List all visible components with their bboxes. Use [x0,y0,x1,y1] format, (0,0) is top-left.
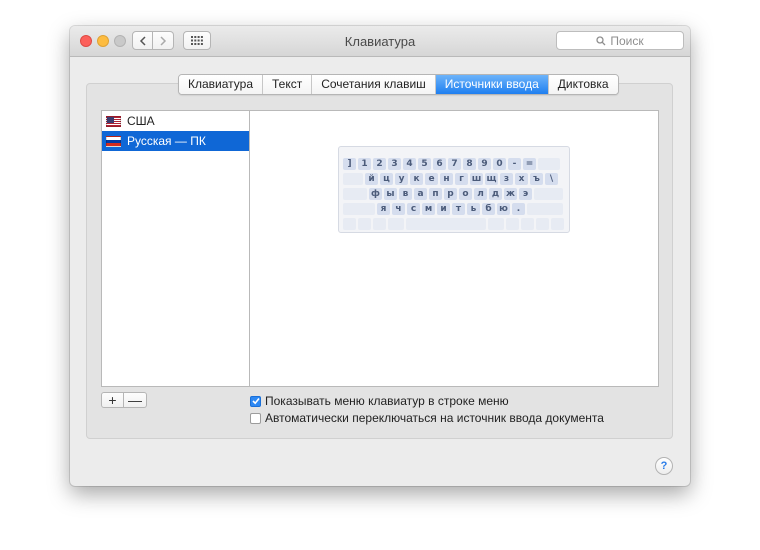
key: д [489,188,502,200]
auto-switch-checkbox[interactable] [250,412,261,424]
key: 4 [403,158,416,170]
key: 0 [493,158,506,170]
tab-input-sources[interactable]: Источники ввода [435,75,549,94]
keyboard-row-5 [343,218,564,230]
help-button[interactable]: ? [655,457,673,475]
key: 9 [478,158,491,170]
key-blank [534,188,563,200]
key: н [440,173,453,185]
key-blank [358,218,371,230]
search-icon [596,35,606,45]
us-flag-icon [106,115,121,127]
key: . [512,203,525,215]
key: 2 [373,158,386,170]
list-item-russian-pc[interactable]: Русская — ПК [102,131,249,151]
checkmark-icon [251,397,260,405]
key: м [422,203,435,215]
key-blank [521,218,534,230]
key: 7 [448,158,461,170]
keyboard-layout-preview: ] 1 2 3 4 5 6 7 8 9 0 - = й ц у к е н г … [338,146,570,233]
key-blank [343,203,375,215]
key: е [425,173,438,185]
key: в [399,188,412,200]
key: ш [470,173,483,185]
auto-switch-label: Автоматически переключаться на источник … [265,411,604,425]
search-placeholder: Поиск [610,33,644,48]
key: с [407,203,420,215]
key-blank [536,218,549,230]
keyboard-row-2: й ц у к е н г ш щ з х ъ \ [343,173,558,185]
key-blank [488,218,504,230]
keyboard-row-1: ] 1 2 3 4 5 6 7 8 9 0 - = [343,158,560,170]
list-item-usa[interactable]: США [102,111,249,131]
key: х [515,173,528,185]
key: ю [497,203,510,215]
titlebar: Клавиатура Поиск [70,26,690,57]
keyboard-row-4: я ч с м и т ь б ю . [343,203,563,215]
key: щ [485,173,498,185]
show-menu-label: Показывать меню клавиатур в строке меню [265,394,509,408]
key-blank [343,173,363,185]
key: ч [392,203,405,215]
key: б [482,203,495,215]
tab-shortcuts[interactable]: Сочетания клавиш [312,75,436,94]
source-label: Русская — ПК [127,134,206,148]
key: з [500,173,513,185]
key: 5 [418,158,431,170]
ru-flag-icon [106,135,121,147]
tab-keyboard[interactable]: Клавиатура [179,75,263,94]
key: а [414,188,427,200]
key-blank [343,218,356,230]
key: я [377,203,390,215]
key-blank [551,218,564,230]
key-blank [538,158,560,170]
remove-source-button[interactable]: — [124,392,147,408]
key: ъ [530,173,543,185]
auto-switch-option[interactable]: Автоматически переключаться на источник … [250,411,604,425]
help-icon: ? [660,460,668,472]
key: о [459,188,472,200]
key: ] [343,158,356,170]
show-menu-checkbox[interactable] [250,395,261,407]
key: ф [369,188,382,200]
key-blank [373,218,386,230]
key: ы [384,188,397,200]
key-blank [406,218,486,230]
key-blank [506,218,519,230]
source-label: США [127,114,155,128]
key: ж [504,188,517,200]
key: 1 [358,158,371,170]
show-menu-option[interactable]: Показывать меню клавиатур в строке меню [250,394,509,408]
key-blank [343,188,367,200]
keyboard-preview-area: ] 1 2 3 4 5 6 7 8 9 0 - = й ц у к е н г … [250,110,659,387]
key: й [365,173,378,185]
key: п [429,188,442,200]
add-source-button[interactable]: + [101,392,124,408]
key: к [410,173,423,185]
input-sources-list[interactable]: США Русская — ПК [101,110,250,387]
key: г [455,173,468,185]
key: р [444,188,457,200]
key-blank [388,218,404,230]
key: = [523,158,536,170]
key: л [474,188,487,200]
preferences-window: Клавиатура Поиск Клавиатура Текст Сочета… [70,26,690,486]
key: 6 [433,158,446,170]
keyboard-row-3: ф ы в а п р о л д ж э [343,188,563,200]
key: ь [467,203,480,215]
key: 3 [388,158,401,170]
key: 8 [463,158,476,170]
tab-bar: Клавиатура Текст Сочетания клавиш Источн… [178,74,619,95]
search-field[interactable]: Поиск [556,31,684,50]
key: ц [380,173,393,185]
key: \ [545,173,558,185]
key-blank [527,203,563,215]
tab-dictation[interactable]: Диктовка [548,75,618,94]
key: т [452,203,465,215]
key: и [437,203,450,215]
key: - [508,158,521,170]
key: у [395,173,408,185]
tab-text[interactable]: Текст [263,75,313,94]
key: э [519,188,532,200]
